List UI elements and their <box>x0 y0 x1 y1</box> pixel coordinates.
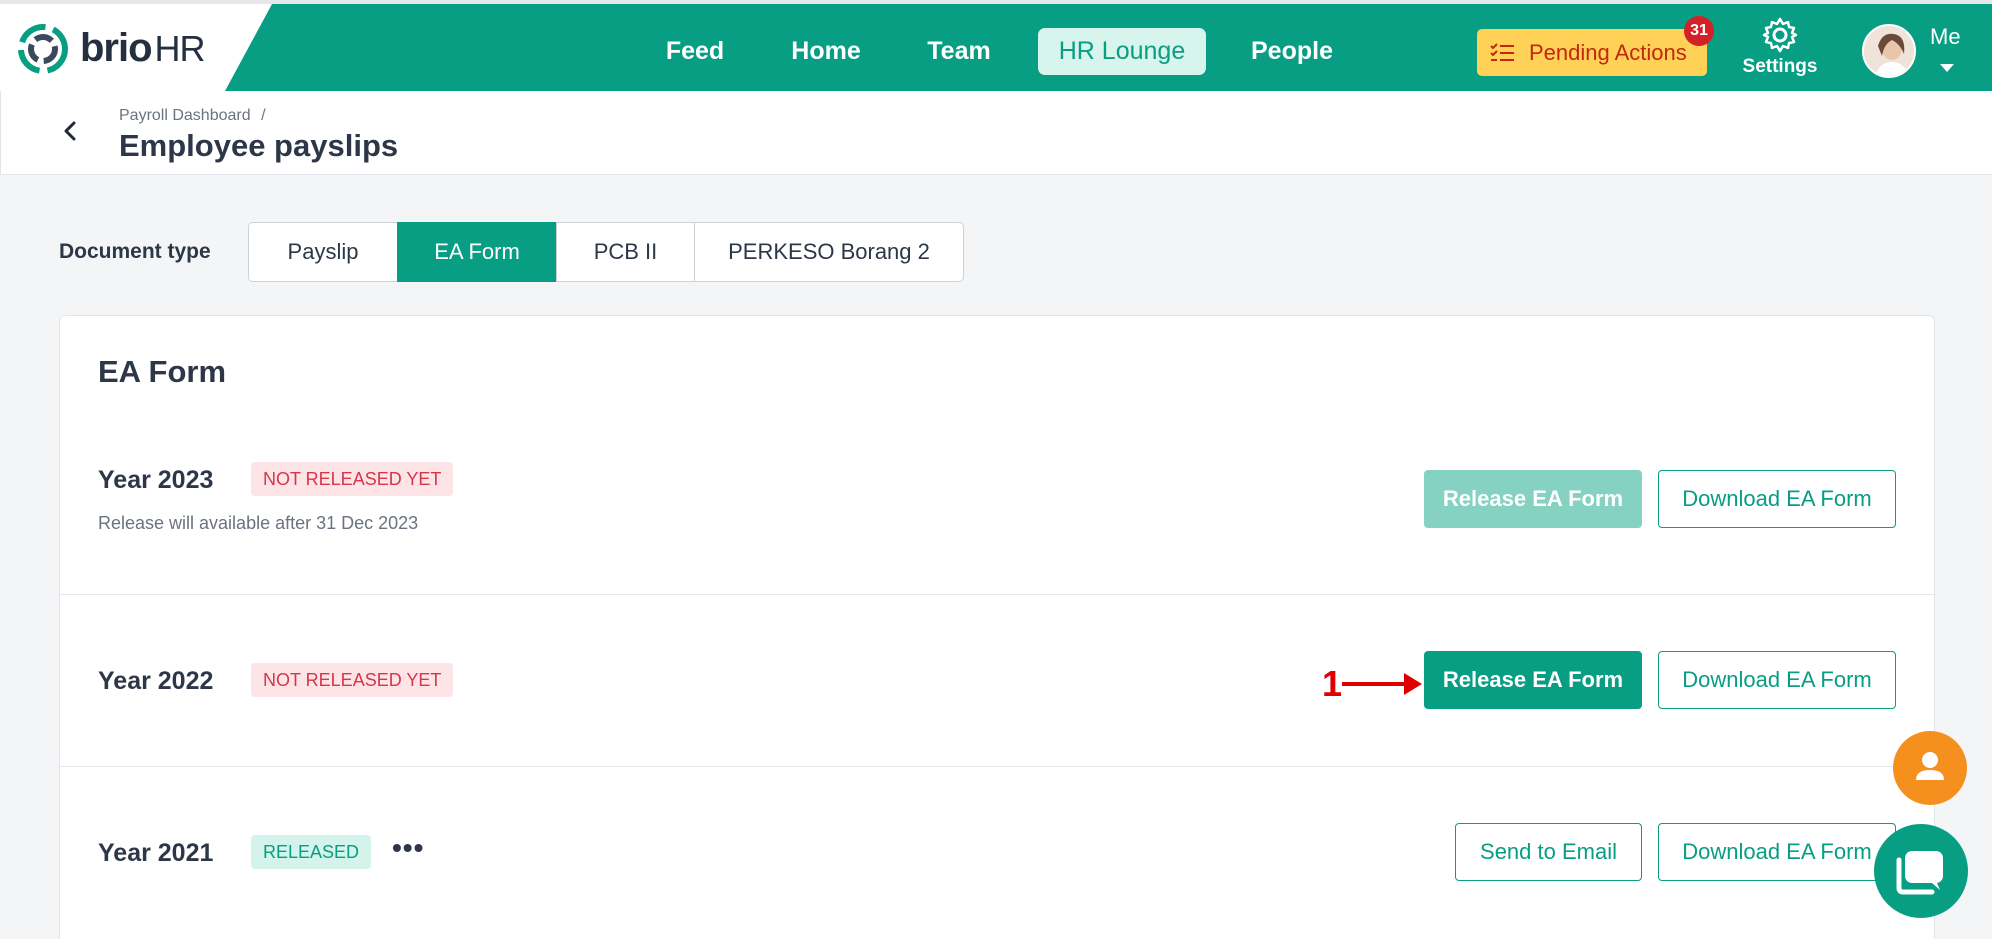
annotation-arrow-icon <box>1342 673 1422 695</box>
checklist-icon <box>1490 42 1514 61</box>
annotation-number: 1 <box>1322 663 1343 704</box>
breadcrumb-payroll-dashboard[interactable]: Payroll Dashboard <box>119 107 251 124</box>
person-icon <box>1916 752 1944 780</box>
year-label: Year 2022 <box>98 667 214 695</box>
avatar[interactable] <box>1862 24 1916 78</box>
gear-icon <box>1762 17 1798 53</box>
segment-pcb-ii[interactable]: PCB II <box>556 222 695 282</box>
download-ea-form-button[interactable]: Download EA Form <box>1658 651 1896 709</box>
segment-perkeso-borang-2[interactable]: PERKESO Borang 2 <box>694 222 964 282</box>
status-badge: RELEASED <box>251 835 372 869</box>
logo[interactable]: brioHR <box>0 4 272 91</box>
pending-actions-label: Pending Actions <box>1529 39 1687 65</box>
brand-name: brioHR <box>80 26 206 70</box>
nav-feed[interactable]: Feed <box>650 28 740 75</box>
pending-actions-button[interactable]: Pending Actions <box>1477 29 1707 76</box>
release-ea-form-button[interactable]: Release EA Form <box>1424 470 1642 528</box>
nav-people[interactable]: People <box>1240 28 1344 75</box>
user-menu-label[interactable]: Me <box>1930 24 1961 50</box>
release-ea-form-button[interactable]: Release EA Form <box>1424 651 1642 709</box>
chat-icon <box>1896 851 1943 895</box>
download-ea-form-button[interactable]: Download EA Form <box>1658 470 1896 528</box>
settings-label: Settings <box>1742 56 1818 77</box>
back-arrow-icon[interactable] <box>59 119 83 143</box>
segment-payslip[interactable]: Payslip <box>248 222 398 282</box>
status-badge: NOT RELEASED YET <box>251 663 454 697</box>
top-nav-bar: brioHR Feed Home Team HR Lounge People P… <box>0 0 1992 91</box>
chat-button[interactable] <box>1874 824 1968 918</box>
pending-count-badge: 31 <box>1684 16 1714 46</box>
segment-ea-form[interactable]: EA Form <box>397 222 557 282</box>
breadcrumb: Payroll Dashboard / <box>119 107 266 125</box>
chevron-down-icon[interactable] <box>1940 64 1954 72</box>
ea-form-card: EA Form Year 2023 NOT RELEASED YET Relea… <box>59 315 1935 939</box>
send-to-email-button[interactable]: Send to Email <box>1455 823 1642 881</box>
year-label: Year 2023 <box>98 466 214 494</box>
brio-logo-icon <box>18 24 68 74</box>
more-options-icon[interactable]: ••• <box>392 832 424 864</box>
card-title: EA Form <box>98 354 227 389</box>
settings-button[interactable]: Settings <box>1740 16 1820 86</box>
document-type-label: Document type <box>59 240 211 263</box>
divider <box>60 594 1934 595</box>
help-person-button[interactable] <box>1893 731 1967 805</box>
nav-team[interactable]: Team <box>912 28 1006 75</box>
page-title: Employee payslips <box>119 128 399 163</box>
status-badge: NOT RELEASED YET <box>251 462 454 496</box>
release-note: Release will available after 31 Dec 2023 <box>98 513 419 533</box>
download-ea-form-button[interactable]: Download EA Form <box>1658 823 1896 881</box>
breadcrumb-separator: / <box>261 107 266 124</box>
page-header: Payroll Dashboard / Employee payslips <box>0 91 1992 175</box>
user-photo-icon <box>1864 26 1914 76</box>
year-label: Year 2021 <box>98 839 214 867</box>
nav-hr-lounge[interactable]: HR Lounge <box>1038 28 1206 75</box>
divider <box>60 766 1934 767</box>
nav-home[interactable]: Home <box>778 28 874 75</box>
